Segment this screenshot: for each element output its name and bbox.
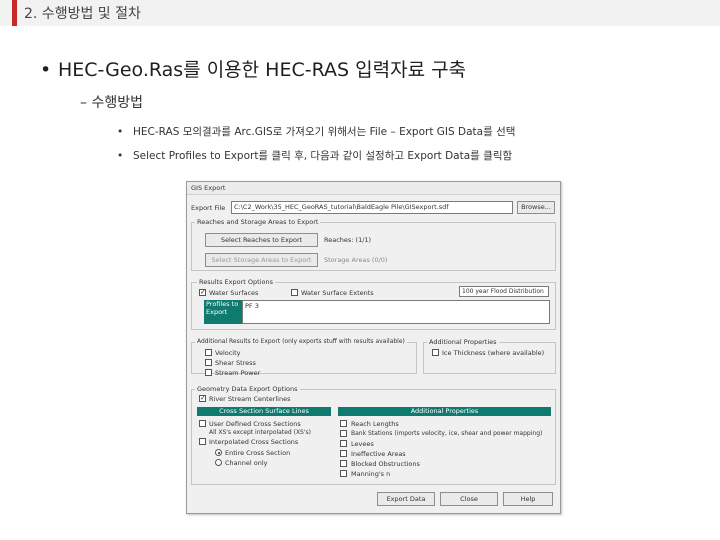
reaches-group-label: Reaches and Storage Areas to Export [195,218,321,226]
levees-checkbox[interactable] [340,440,347,447]
dialog-titlebar: GIS Export [187,182,560,195]
browse-button[interactable]: Browse... [517,201,555,214]
slide-header-bar: 2. 수행방법 및 절차 [0,0,720,26]
gis-export-dialog: GIS Export Export File C:\C2_Work\35_HEC… [186,181,561,514]
bullet-glyph: • [117,126,124,138]
entire-xs-radio[interactable] [215,449,222,456]
profile-item[interactable]: PF 3 [245,302,259,310]
stream-power-label: Stream Power [215,369,261,377]
bullet-main-text: HEC-Geo.Ras를 이용한 HEC-RAS 입력자료 구축 [58,59,467,81]
bank-stations-label: Bank Stations (imports velocity, ice, sh… [351,430,543,437]
profiles-to-export-header: Profiles to Export [204,300,242,324]
channel-only-label: Channel only [225,459,268,467]
header-accent [12,0,17,26]
river-centerlines-label: River Stream Centerlines [209,395,291,403]
user-defined-xs-checkbox[interactable] [199,420,206,427]
export-file-input[interactable]: C:\C2_Work\35_HEC_GeoRAS_tutorial\BaldEa… [231,201,513,214]
entire-xs-label: Entire Cross Section [225,449,291,457]
additional-properties-header: Additional Properties [338,407,551,416]
mannings-n-checkbox[interactable] [340,470,347,477]
results-group-label: Results Export Options [197,278,275,286]
mannings-n-label: Manning's n [351,470,391,478]
water-surface-extents-label: Water Surface Extents [301,289,374,297]
reach-lengths-label: Reach Lengths [351,420,399,428]
stream-power-checkbox[interactable] [205,369,212,376]
sub-bullet-1-text: HEC-RAS 모의결과를 Arc.GIS로 가져오기 위해서는 File – … [133,126,516,138]
export-file-label: Export File [191,204,226,212]
blocked-obstructions-label: Blocked Obstructions [351,460,420,468]
interpolated-xs-label: Interpolated Cross Sections [209,438,299,446]
select-reaches-button[interactable]: Select Reaches to Export [205,233,318,247]
select-storage-button[interactable]: Select Storage Areas to Export [205,253,318,267]
reaches-status: Reaches: (1/1) [324,236,372,244]
additional-properties-group [423,342,556,374]
profile-dropdown[interactable]: 100 year Flood Distribution [459,286,549,297]
bullet-main: • HEC-Geo.Ras를 이용한 HEC-RAS 입력자료 구축 [40,55,466,82]
geometry-group-label: Geometry Data Export Options [195,385,300,393]
shear-stress-label: Shear Stress [215,359,256,367]
velocity-label: Velocity [215,349,241,357]
all-xs-note: All XS's except interpolated (XS's) [209,429,311,436]
sub-bullet-2: • Select Profiles to Export를 클릭 후, 다음과 같이… [117,148,512,163]
bank-stations-checkbox[interactable] [340,430,347,437]
export-data-button[interactable]: Export Data [377,492,435,506]
slide-title: 2. 수행방법 및 절차 [24,6,141,22]
blocked-obstructions-checkbox[interactable] [340,460,347,467]
ice-thickness-checkbox[interactable] [432,349,439,356]
water-surfaces-label: Water Surfaces [209,289,259,297]
storage-status: Storage Areas (0/0) [324,256,388,264]
interpolated-xs-checkbox[interactable] [199,438,206,445]
dialog-title: GIS Export [191,184,226,192]
water-surface-extents-checkbox[interactable] [291,289,298,296]
close-button[interactable]: Close [440,492,498,506]
water-surfaces-checkbox[interactable]: ✓ [199,289,206,296]
additional-results-label: Additional Results to Export (only expor… [195,338,407,345]
help-button[interactable]: Help [503,492,553,506]
river-centerlines-checkbox[interactable]: ✓ [199,395,206,402]
user-defined-xs-label: User Defined Cross Sections [209,420,301,428]
ice-thickness-label: Ice Thickness (where available) [442,349,545,357]
bullet-glyph: • [40,59,52,81]
ineffective-areas-label: Ineffective Areas [351,450,406,458]
profiles-list[interactable] [242,300,550,324]
shear-stress-checkbox[interactable] [205,359,212,366]
levees-label: Levees [351,440,374,448]
bullet-method: – 수행방법 [80,95,143,111]
reach-lengths-checkbox[interactable] [340,420,347,427]
sub-bullet-1: • HEC-RAS 모의결과를 Arc.GIS로 가져오기 위해서는 File –… [117,124,515,139]
additional-properties-label: Additional Properties [427,338,499,346]
channel-only-radio[interactable] [215,459,222,466]
cross-section-header: Cross Section Surface Lines [197,407,331,416]
sub-bullet-2-text: Select Profiles to Export를 클릭 후, 다음과 같이 … [133,150,513,162]
ineffective-areas-checkbox[interactable] [340,450,347,457]
bullet-glyph: • [117,150,124,162]
velocity-checkbox[interactable] [205,349,212,356]
